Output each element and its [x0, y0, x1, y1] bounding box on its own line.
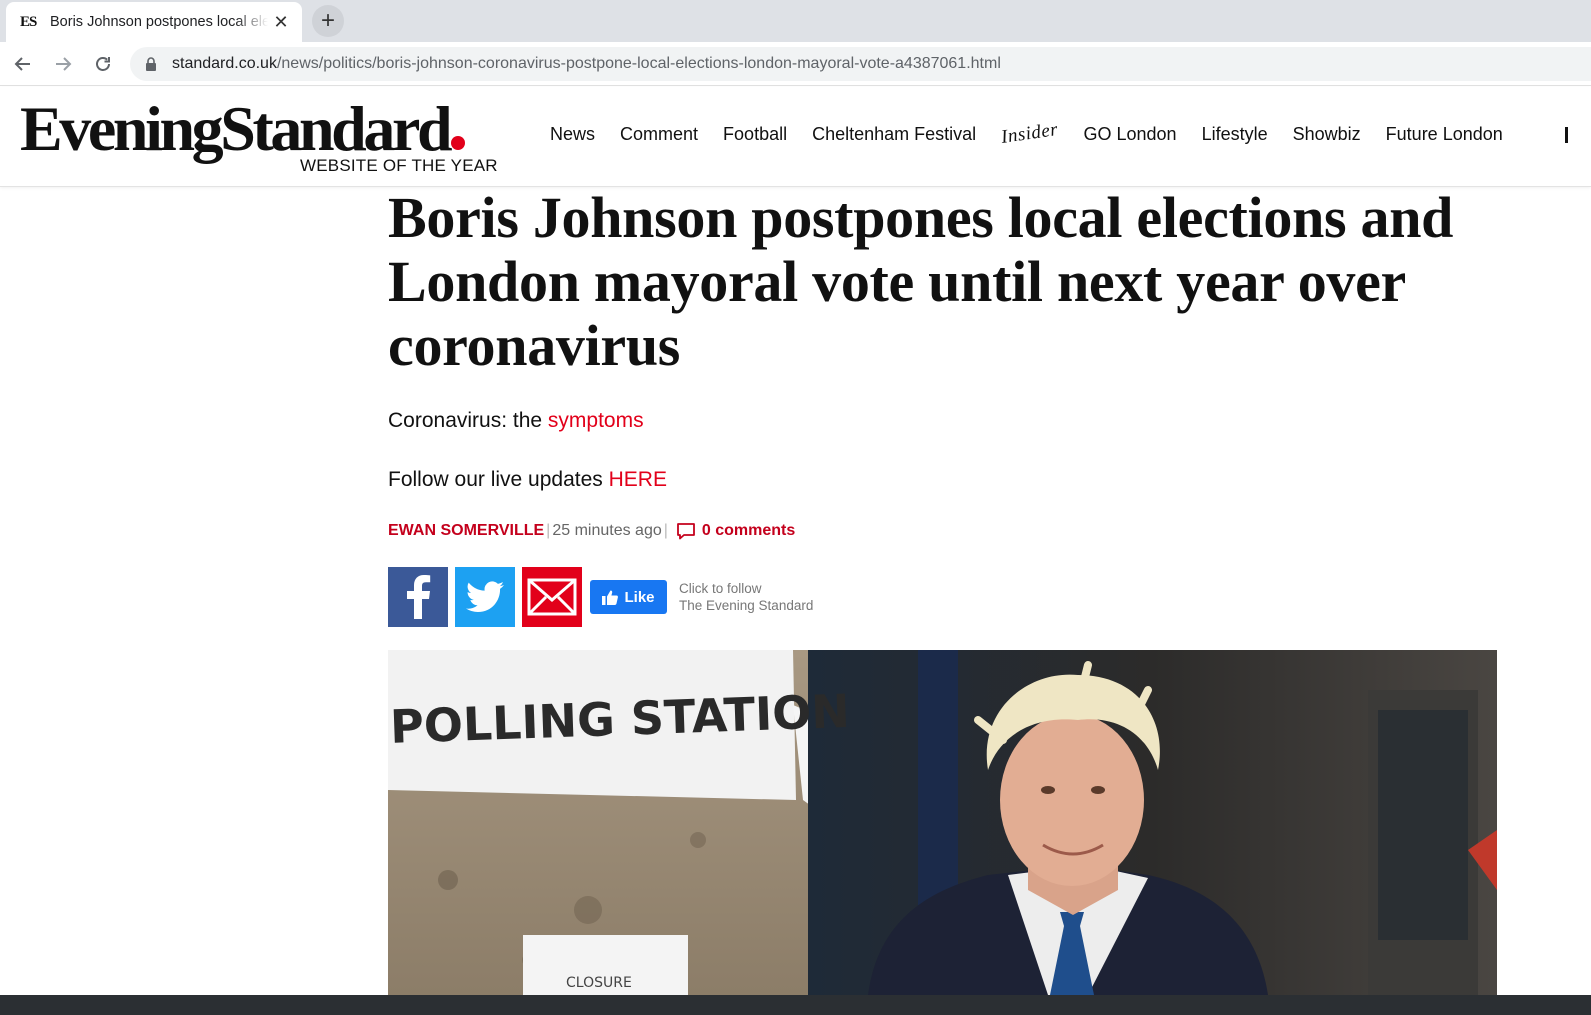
- standfirst-live-updates: Follow our live updates HERE: [388, 468, 667, 492]
- twitter-icon: [466, 581, 504, 613]
- facebook-share-button[interactable]: [388, 567, 448, 627]
- nav-item-news[interactable]: News: [550, 124, 595, 145]
- main-navigation: News Comment Football Cheltenham Festiva…: [550, 119, 1528, 148]
- bottom-bar: [0, 995, 1591, 1015]
- nav-item-lifestyle[interactable]: Lifestyle: [1202, 124, 1268, 145]
- reload-icon: [96, 57, 110, 71]
- thumbs-up-icon: [602, 590, 619, 605]
- standfirst-symptoms: Coronavirus: the symptoms: [388, 409, 644, 433]
- url-text: standard.co.uk/news/politics/boris-johns…: [172, 55, 1001, 73]
- closure-sign-text: CLOSURE: [566, 975, 632, 991]
- forward-arrow-icon: [56, 57, 72, 71]
- logo-dot-icon: [451, 136, 466, 150]
- comments-link[interactable]: 0 comments: [676, 522, 795, 540]
- logo-tagline: WEBSITE OF THE YEAR: [300, 156, 498, 175]
- follow-line-1: Click to follow: [679, 581, 762, 596]
- nav-item-comment[interactable]: Comment: [620, 124, 698, 145]
- article-headline: Boris Johnson postpones local elections …: [388, 185, 1454, 378]
- follow-line-2: The Evening Standard: [679, 598, 814, 613]
- site-header: EveningStandard WEBSITE OF THE YEAR News…: [0, 87, 1591, 187]
- logo-wordmark: EveningStandard: [20, 93, 466, 165]
- browser-toolbar: standard.co.uk/news/politics/boris-johns…: [0, 42, 1591, 86]
- browser-tab[interactable]: ES Boris Johnson postpones local electio…: [6, 2, 302, 42]
- like-label: Like: [624, 588, 655, 606]
- byline-separator: |: [546, 522, 551, 539]
- nav-item-cheltenham-festival[interactable]: Cheltenham Festival: [812, 124, 976, 145]
- url-path: /news/politics/boris-johnson-coronavirus…: [276, 55, 1001, 72]
- site-logo[interactable]: EveningStandard WEBSITE OF THE YEAR: [20, 93, 510, 183]
- comment-icon: [676, 523, 695, 540]
- facebook-like-button[interactable]: Like: [590, 580, 667, 614]
- close-tab-icon[interactable]: ✕: [270, 11, 292, 33]
- logo-name-text: EveningStandard: [20, 93, 453, 164]
- twitter-share-button[interactable]: [455, 567, 515, 627]
- symptoms-link[interactable]: symptoms: [548, 409, 644, 432]
- nav-item-football[interactable]: Football: [723, 124, 787, 145]
- author-link[interactable]: EWAN SOMERVILLE: [388, 522, 544, 540]
- facebook-icon: [407, 575, 431, 619]
- standfirst-text: Follow our live updates: [388, 468, 609, 491]
- back-button[interactable]: [9, 50, 37, 78]
- byline-separator: |: [663, 522, 668, 539]
- email-icon: [527, 578, 577, 616]
- nav-item-insider[interactable]: Insider: [1000, 119, 1060, 149]
- back-arrow-icon: [14, 57, 30, 71]
- url-host: standard.co.uk: [172, 55, 277, 72]
- lock-icon: [146, 57, 156, 71]
- nav-item-future-london[interactable]: Future London: [1386, 124, 1503, 145]
- follow-text[interactable]: Click to follow The Evening Standard: [679, 580, 813, 614]
- nav-item-go-london[interactable]: GO London: [1084, 124, 1177, 145]
- standfirst-text: Coronavirus: the: [388, 409, 548, 432]
- tab-strip: ES Boris Johnson postpones local electio…: [0, 0, 1591, 42]
- tab-title: Boris Johnson postpones local elections …: [50, 14, 268, 30]
- share-bar: Like Click to follow The Evening Standar…: [388, 567, 813, 627]
- article-lead-image[interactable]: POLLING STATION CLOSURE: [388, 650, 1497, 995]
- site-favicon-icon: ES: [20, 13, 37, 30]
- forward-button[interactable]: [49, 50, 77, 78]
- comments-count: 0 comments: [701, 522, 796, 539]
- byline: EWAN SOMERVILLE | 25 minutes ago | 0 com…: [388, 522, 795, 540]
- lead-photo-illustration: POLLING STATION CLOSURE: [388, 650, 1497, 995]
- reload-button[interactable]: [89, 50, 117, 78]
- address-bar[interactable]: standard.co.uk/news/politics/boris-johns…: [130, 47, 1591, 81]
- nav-overflow-edge: [1565, 127, 1568, 143]
- nav-item-showbiz[interactable]: Showbiz: [1293, 124, 1361, 145]
- new-tab-button[interactable]: +: [312, 5, 344, 37]
- email-share-button[interactable]: [522, 567, 582, 627]
- publish-time: 25 minutes ago: [552, 522, 662, 539]
- live-updates-link[interactable]: HERE: [609, 468, 667, 491]
